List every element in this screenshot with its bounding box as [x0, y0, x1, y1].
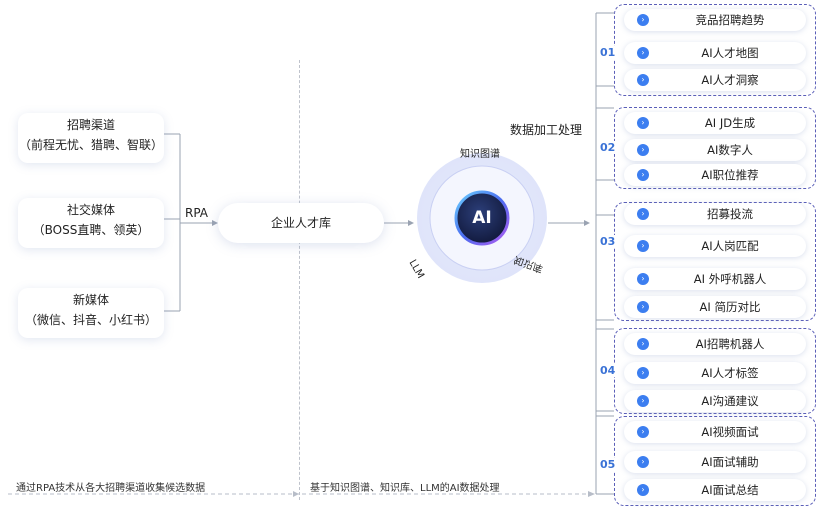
list-item: › AI招聘机器人: [624, 333, 806, 355]
group-number: 02: [599, 141, 617, 154]
group-number: 03: [599, 235, 617, 248]
group-number: 04: [599, 364, 617, 377]
list-item: › AI人才地图: [624, 42, 806, 64]
list-item: › AI人才洞察: [624, 69, 806, 91]
processing-label: 数据加工处理: [510, 123, 583, 137]
list-item: › 招募投流: [624, 203, 806, 225]
list-item: › AI数字人: [624, 139, 806, 161]
source-detail: （微信、抖音、小红书）: [24, 313, 157, 327]
chevron-right-circle-icon: ›: [637, 47, 649, 59]
chevron-right-circle-icon: ›: [637, 74, 649, 86]
source-title: 新媒体: [72, 293, 109, 307]
chevron-right-circle-icon: ›: [637, 484, 649, 496]
list-item: › AI视频面试: [624, 421, 806, 443]
source-title: 招聘渠道: [66, 118, 115, 132]
source-card-recruitment: 招聘渠道 （前程无忧、猎聘、智联）: [18, 113, 164, 163]
chevron-right-circle-icon: ›: [637, 456, 649, 468]
list-item: › AI JD生成: [624, 112, 806, 134]
chevron-right-circle-icon: ›: [637, 240, 649, 252]
rpa-label: RPA: [185, 206, 209, 220]
group-number: 05: [599, 458, 617, 471]
chevron-right-circle-icon: ›: [637, 208, 649, 220]
ai-badge: AI: [472, 208, 492, 228]
list-item: › AI人才标签: [624, 362, 806, 384]
source-card-new-media: 新媒体 （微信、抖音、小红书）: [18, 288, 164, 338]
list-item: › 竞品招聘趋势: [624, 9, 806, 31]
chevron-right-circle-icon: ›: [637, 273, 649, 285]
chevron-right-circle-icon: ›: [637, 14, 649, 26]
chevron-right-circle-icon: ›: [637, 169, 649, 181]
list-item: › AI 简历对比: [624, 296, 806, 318]
chevron-right-circle-icon: ›: [637, 367, 649, 379]
chevron-right-circle-icon: ›: [637, 117, 649, 129]
source-detail: （前程无忧、猎聘、智联）: [18, 138, 163, 152]
list-item: › AI面试总结: [624, 479, 806, 501]
chevron-right-circle-icon: ›: [637, 338, 649, 350]
list-item: › AI人岗匹配: [624, 235, 806, 257]
source-detail: （BOSS直聘、领英）: [32, 223, 150, 237]
source-card-social: 社交媒体 （BOSS直聘、领英）: [18, 198, 164, 248]
talent-pool-node: 企业人才库: [218, 203, 384, 243]
group-number: 01: [599, 46, 617, 59]
chevron-right-circle-icon: ›: [637, 426, 649, 438]
list-item: › AI面试辅助: [624, 451, 806, 473]
ring-label-knowledge-graph: 知识图谱: [460, 149, 500, 160]
source-title: 社交媒体: [66, 203, 115, 217]
chevron-right-circle-icon: ›: [637, 395, 649, 407]
footer-caption-left: 通过RPA技术从各大招聘渠道收集候选数据: [16, 483, 206, 494]
list-item: › AI职位推荐: [624, 164, 806, 186]
chevron-right-circle-icon: ›: [637, 301, 649, 313]
footer-caption-middle: 基于知识图谱、知识库、LLM的AI数据处理: [310, 483, 500, 494]
chevron-right-circle-icon: ›: [637, 144, 649, 156]
list-item: › AI沟通建议: [624, 390, 806, 412]
list-item: › AI 外呼机器人: [624, 268, 806, 290]
divider-line: [299, 60, 300, 500]
